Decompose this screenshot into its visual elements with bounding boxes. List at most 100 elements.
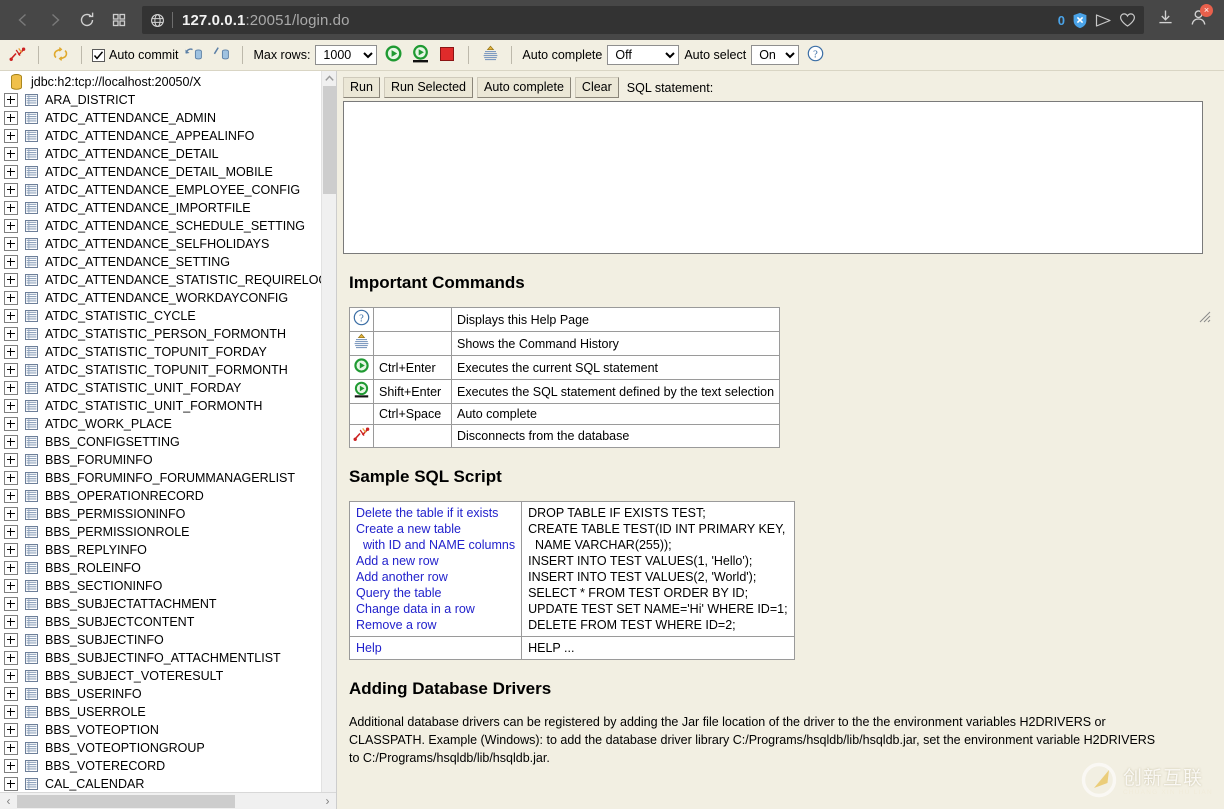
tree-item-table[interactable]: BBS_FORUMINFO (0, 451, 336, 469)
tree-item-table[interactable]: BBS_FORUMINFO_FORUMMANAGERLIST (0, 469, 336, 487)
tree-item-table[interactable]: BBS_PERMISSIONINFO (0, 505, 336, 523)
auto-commit-toggle[interactable]: Auto commit (92, 48, 178, 62)
auto-complete-select[interactable]: OffNormalFull (607, 45, 679, 65)
tree-item-table[interactable]: ATDC_WORK_PLACE (0, 415, 336, 433)
tree-item-table[interactable]: BBS_SUBJECTCONTENT (0, 613, 336, 631)
paper-plane-icon[interactable] (1095, 13, 1112, 28)
expand-plus-icon[interactable] (4, 345, 18, 359)
max-rows-select[interactable]: 102050100200500100010000 (315, 45, 377, 65)
download-button[interactable] (1156, 8, 1175, 32)
run-selected-button[interactable]: Run Selected (384, 77, 473, 98)
tree-item-table[interactable]: BBS_VOTEOPTION (0, 721, 336, 739)
expand-plus-icon[interactable] (4, 651, 18, 665)
tree-item-table[interactable]: ATDC_STATISTIC_TOPUNIT_FORDAY (0, 343, 336, 361)
back-button[interactable] (8, 5, 38, 35)
stop-button[interactable] (436, 44, 458, 66)
expand-plus-icon[interactable] (4, 291, 18, 305)
expand-plus-icon[interactable] (4, 687, 18, 701)
run-button[interactable]: Run (343, 77, 380, 98)
expand-plus-icon[interactable] (4, 183, 18, 197)
tree-item-table[interactable]: BBS_VOTERECORD (0, 757, 336, 775)
tree-item-table[interactable]: ATDC_STATISTIC_UNIT_FORMONTH (0, 397, 336, 415)
expand-plus-icon[interactable] (4, 417, 18, 431)
tree-item-table[interactable]: ATDC_STATISTIC_TOPUNIT_FORMONTH (0, 361, 336, 379)
profile-button[interactable]: × (1189, 8, 1208, 32)
expand-plus-icon[interactable] (4, 453, 18, 467)
tree-item-table[interactable]: ATDC_STATISTIC_UNIT_FORDAY (0, 379, 336, 397)
expand-plus-icon[interactable] (4, 777, 18, 791)
tree-item-table[interactable]: BBS_VOTEOPTIONGROUP (0, 739, 336, 757)
tree-item-table[interactable]: ATDC_ATTENDANCE_SELFHOLIDAYS (0, 235, 336, 253)
address-bar[interactable]: 127.0.0.1:20051/login.do 0 (142, 6, 1144, 34)
expand-plus-icon[interactable] (4, 741, 18, 755)
expand-plus-icon[interactable] (4, 93, 18, 107)
tree-item-table[interactable]: BBS_SUBJECT_VOTERESULT (0, 667, 336, 685)
disconnect-button[interactable] (6, 44, 28, 66)
command-history-button[interactable] (479, 44, 501, 66)
sql-statement-input[interactable] (343, 101, 1203, 254)
expand-plus-icon[interactable] (4, 381, 18, 395)
scroll-right-arrow[interactable]: › (319, 793, 336, 809)
expand-plus-icon[interactable] (4, 489, 18, 503)
run-selected-play-icon[interactable] (350, 380, 374, 404)
tree-item-table[interactable]: BBS_REPLYINFO (0, 541, 336, 559)
tree-vertical-scrollbar[interactable] (321, 71, 336, 809)
tree-item-table[interactable]: ATDC_STATISTIC_PERSON_FORMONTH (0, 325, 336, 343)
expand-plus-icon[interactable] (4, 759, 18, 773)
expand-plus-icon[interactable] (4, 363, 18, 377)
apps-button[interactable] (104, 5, 134, 35)
expand-plus-icon[interactable] (4, 435, 18, 449)
run-button[interactable] (382, 44, 404, 66)
expand-plus-icon[interactable] (4, 633, 18, 647)
textarea-resize-grip[interactable] (1198, 310, 1211, 323)
expand-plus-icon[interactable] (4, 543, 18, 557)
expand-plus-icon[interactable] (4, 615, 18, 629)
heart-icon[interactable] (1119, 12, 1136, 28)
tree-item-table[interactable]: ATDC_ATTENDANCE_SETTING (0, 253, 336, 271)
expand-plus-icon[interactable] (4, 507, 18, 521)
expand-plus-icon[interactable] (4, 597, 18, 611)
expand-plus-icon[interactable] (4, 309, 18, 323)
expand-plus-icon[interactable] (4, 129, 18, 143)
run-green-play-icon[interactable] (350, 356, 374, 380)
shield-block-icon[interactable] (1072, 12, 1088, 29)
expand-plus-icon[interactable] (4, 669, 18, 683)
rollback-button[interactable] (210, 44, 232, 66)
tree-item-table[interactable]: ATDC_ATTENDANCE_EMPLOYEE_CONFIG (0, 181, 336, 199)
auto-select-select[interactable]: OnOff (751, 45, 799, 65)
expand-plus-icon[interactable] (4, 165, 18, 179)
expand-plus-icon[interactable] (4, 147, 18, 161)
expand-plus-icon[interactable] (4, 399, 18, 413)
tree-item-table[interactable]: BBS_SECTIONINFO (0, 577, 336, 595)
tree-item-table[interactable]: BBS_USERROLE (0, 703, 336, 721)
commit-button[interactable] (183, 44, 205, 66)
help-question-icon[interactable]: ? (350, 308, 374, 332)
tree-item-table[interactable]: ATDC_ATTENDANCE_WORKDAYCONFIG (0, 289, 336, 307)
tree-item-table[interactable]: ATDC_ATTENDANCE_DETAIL_MOBILE (0, 163, 336, 181)
expand-plus-icon[interactable] (4, 525, 18, 539)
tree-hscroll-thumb[interactable] (17, 795, 235, 808)
reload-button[interactable] (72, 5, 102, 35)
expand-plus-icon[interactable] (4, 201, 18, 215)
auto-complete-button[interactable]: Auto complete (477, 77, 571, 98)
run-selected-button[interactable] (409, 44, 431, 66)
tree-item-table[interactable]: ATDC_ATTENDANCE_ADMIN (0, 109, 336, 127)
tree-item-table[interactable]: ATDC_ATTENDANCE_SCHEDULE_SETTING (0, 217, 336, 235)
tree-horizontal-scrollbar[interactable]: ‹ › (0, 792, 336, 809)
scroll-left-arrow[interactable]: ‹ (0, 793, 17, 809)
expand-plus-icon[interactable] (4, 219, 18, 233)
tree-item-table[interactable]: ARA_DISTRICT (0, 91, 336, 109)
tree-item-table[interactable]: ATDC_ATTENDANCE_IMPORTFILE (0, 199, 336, 217)
tree-root-connection[interactable]: jdbc:h2:tcp://localhost:20050/X (0, 73, 336, 91)
tree-item-table[interactable]: ATDC_ATTENDANCE_DETAIL (0, 145, 336, 163)
help-button[interactable]: ? (804, 44, 826, 66)
clear-button[interactable]: Clear (575, 77, 619, 98)
expand-plus-icon[interactable] (4, 471, 18, 485)
tree-item-table[interactable]: ATDC_ATTENDANCE_APPEALINFO (0, 127, 336, 145)
tree-item-table[interactable]: ATDC_STATISTIC_CYCLE (0, 307, 336, 325)
expand-plus-icon[interactable] (4, 237, 18, 251)
tree-scroll-thumb[interactable] (323, 86, 336, 194)
expand-plus-icon[interactable] (4, 579, 18, 593)
forward-button[interactable] (40, 5, 70, 35)
expand-plus-icon[interactable] (4, 723, 18, 737)
